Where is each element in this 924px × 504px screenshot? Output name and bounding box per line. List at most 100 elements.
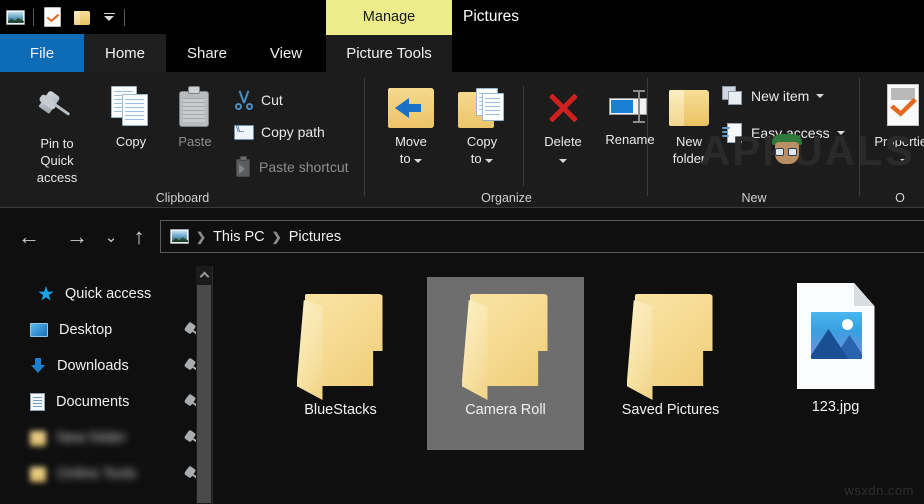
sidebar-scrollbar[interactable]: [196, 266, 212, 504]
up-button[interactable]: ↑: [124, 222, 154, 252]
copy-label: Copy: [116, 133, 146, 150]
move-to-chevron-down-icon[interactable]: [414, 159, 422, 163]
copy-path-button[interactable]: Copy path: [234, 124, 325, 140]
move-to-label-2: to: [400, 151, 411, 166]
navigation-pane: Quick access Desktop Downloads Documents…: [0, 266, 212, 504]
file-item-123-jpg[interactable]: 123.jpg: [757, 272, 914, 445]
paste-shortcut-button[interactable]: Paste shortcut: [234, 156, 349, 177]
file-item-label: BlueStacks: [304, 402, 377, 418]
sidebar-item-quick-access[interactable]: Quick access: [0, 276, 212, 312]
move-to-button[interactable]: Move to: [380, 88, 442, 167]
scrollbar-thumb[interactable]: [197, 285, 211, 503]
copy-to-chevron-down-icon[interactable]: [485, 159, 493, 163]
qat-separator-2: [124, 9, 125, 26]
qat-separator-1: [33, 9, 34, 26]
sidebar-item-blurred-2[interactable]: Online Tools: [0, 456, 212, 492]
cut-button[interactable]: Cut: [234, 90, 283, 110]
easy-access-label: Easy access: [751, 125, 830, 141]
tab-file[interactable]: File: [0, 34, 84, 72]
properties-label: Properties: [874, 134, 924, 149]
qat-new-folder-button[interactable]: [67, 0, 97, 34]
new-item-chevron-down-icon[interactable]: [816, 94, 824, 98]
properties-icon: [883, 82, 924, 128]
breadcrumb-pictures[interactable]: Pictures: [289, 229, 341, 245]
tab-view[interactable]: View: [248, 34, 324, 72]
sidebar-item-label: Desktop: [59, 322, 112, 338]
qat-customize-button[interactable]: [97, 0, 121, 34]
copy-to-label-2: to: [471, 151, 482, 166]
move-to-label-1: Move: [395, 134, 427, 149]
group-label-new: New: [648, 191, 860, 205]
new-folder-label-2: folder: [673, 151, 706, 166]
scrollbar-up-button[interactable]: [196, 266, 212, 283]
pin-to-quick-access-button[interactable]: Pin to Quick access: [22, 86, 92, 186]
file-item-camera-roll[interactable]: Camera Roll: [427, 277, 584, 450]
pin-to-quick-access-label-1: Pin to Quick: [40, 136, 73, 168]
group-label-organize: Organize: [365, 191, 648, 205]
delete-button[interactable]: Delete: [532, 88, 594, 167]
file-list-view[interactable]: BlueStacks Camera Roll Saved Pictures 12…: [213, 266, 924, 504]
folder-icon: [462, 288, 550, 391]
chevron-down-icon-bar: [104, 13, 115, 15]
easy-access-button[interactable]: Easy access: [722, 122, 845, 144]
qat-properties-button[interactable]: [37, 0, 67, 34]
file-item-label: Saved Pictures: [622, 402, 720, 418]
new-item-icon: [722, 86, 744, 106]
tab-picture-tools[interactable]: Picture Tools: [326, 34, 452, 72]
easy-access-chevron-down-icon[interactable]: [837, 131, 845, 135]
paste-button[interactable]: Paste: [168, 86, 222, 150]
folder-icon: [297, 288, 385, 391]
address-bar[interactable]: ❯ This PC ❯ Pictures: [160, 220, 924, 253]
forward-button[interactable]: →: [62, 222, 92, 252]
pin-to-quick-access-label-2: access: [37, 170, 77, 185]
copy-button[interactable]: Copy: [104, 86, 158, 150]
qat-picture-icon[interactable]: [0, 0, 30, 34]
sidebar-item-downloads[interactable]: Downloads: [0, 348, 212, 384]
file-explorer-window: Manage Pictures File Home Share View Pic…: [0, 0, 924, 504]
pin-icon: [35, 86, 79, 130]
move-to-icon: [388, 88, 434, 128]
paste-icon: [175, 86, 215, 128]
copy-path-label: Copy path: [261, 124, 325, 140]
ribbon-group-open: Properties O: [860, 72, 924, 208]
file-item-bluestacks[interactable]: BlueStacks: [262, 277, 419, 450]
properties-button[interactable]: Properties: [866, 82, 924, 167]
breadcrumb-this-pc[interactable]: This PC: [213, 229, 265, 245]
folder-icon: [30, 467, 46, 482]
sidebar-item-desktop[interactable]: Desktop: [0, 312, 212, 348]
ribbon-group-new: New folder New item Easy access New: [648, 72, 860, 208]
sidebar-item-blurred-1[interactable]: New folder: [0, 420, 212, 456]
sidebar-item-label: Downloads: [57, 358, 129, 374]
paste-shortcut-label: Paste shortcut: [259, 159, 349, 175]
tab-home[interactable]: Home: [84, 34, 166, 72]
pictures-folder-icon: [170, 229, 189, 244]
new-folder-button[interactable]: New folder: [658, 88, 720, 167]
title-bar: Manage Pictures: [0, 0, 924, 34]
copy-to-label-1: Copy: [467, 134, 497, 149]
new-item-button[interactable]: New item: [722, 86, 824, 106]
sidebar-item-label: Online Tools: [57, 466, 137, 482]
new-folder-icon: [74, 10, 90, 25]
window-title: Pictures: [463, 0, 519, 34]
picture-icon: [6, 10, 25, 25]
properties-chevron-down-icon[interactable]: [900, 159, 908, 163]
recent-locations-button[interactable]: ⌄: [96, 222, 126, 252]
ribbon-group-organize: Move to Copy to: [365, 72, 648, 208]
tab-share[interactable]: Share: [166, 34, 248, 72]
cut-label: Cut: [261, 92, 283, 108]
new-folder-icon: [669, 88, 709, 128]
file-item-label: Camera Roll: [465, 402, 546, 418]
scissors-icon: [234, 90, 254, 110]
sidebar-item-label: Documents: [56, 394, 129, 410]
sidebar-item-documents[interactable]: Documents: [0, 384, 212, 420]
back-button[interactable]: ←: [14, 222, 44, 252]
delete-chevron-down-icon[interactable]: [559, 159, 567, 163]
file-item-saved-pictures[interactable]: Saved Pictures: [592, 277, 749, 450]
breadcrumb-separator-1: ❯: [196, 230, 206, 244]
ribbon-tabs: File Home Share View Picture Tools: [0, 34, 924, 72]
group-label-clipboard: Clipboard: [0, 191, 365, 205]
desktop-icon: [30, 323, 48, 337]
contextual-tab-header: Manage: [326, 0, 452, 34]
copy-to-button[interactable]: Copy to: [451, 88, 513, 167]
properties-icon: [44, 7, 61, 27]
